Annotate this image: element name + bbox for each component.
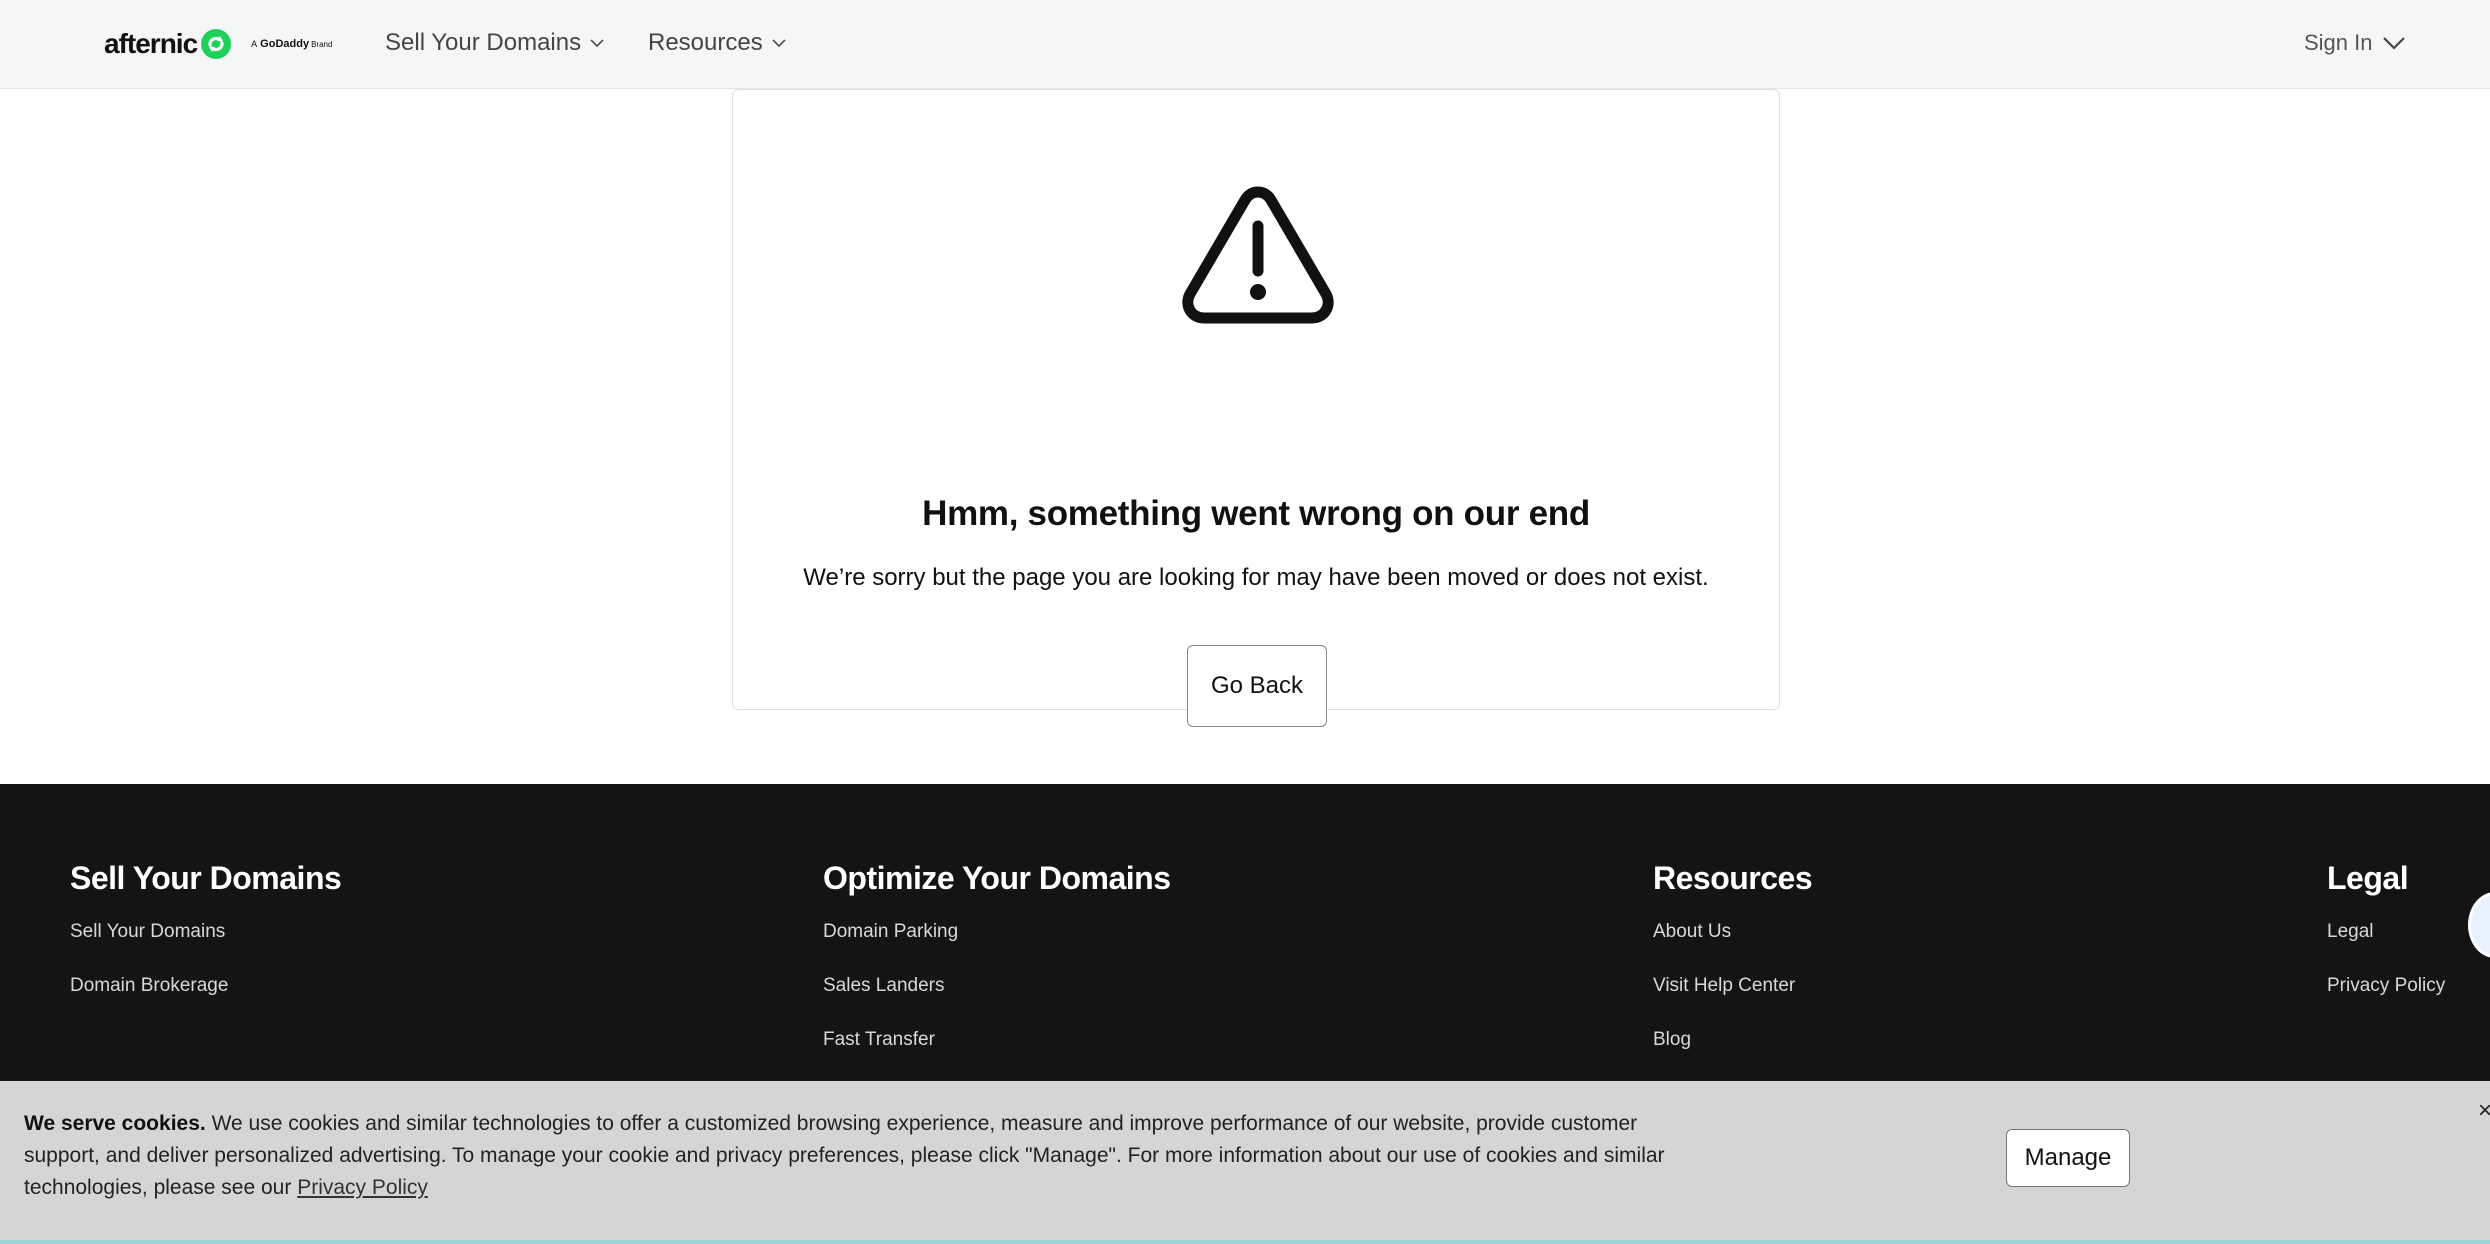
close-icon[interactable]: × — [2478, 1097, 2490, 1125]
chevron-down-icon — [2382, 37, 2405, 50]
godaddy-brand-tag: A GoDaddy Brand — [251, 38, 333, 50]
cookie-lead: We serve cookies. — [24, 1112, 206, 1135]
footer-link-about-us[interactable]: About Us — [1653, 921, 1812, 975]
top-navigation: afternic A GoDaddy Brand Sell Your Domains… — [0, 0, 2490, 89]
manage-cookies-button[interactable]: Manage — [2006, 1129, 2130, 1187]
cookie-privacy-link[interactable]: Privacy Policy — [297, 1176, 428, 1199]
error-card: Hmm, something went wrong on our end We’… — [732, 89, 1780, 727]
cookie-banner: We serve cookies. We use cookies and sim… — [0, 1081, 2490, 1244]
brand-wordmark: afternic — [104, 28, 198, 59]
footer-column-resources: Resources About Us Visit Help Center Blo… — [1653, 860, 1813, 1083]
go-back-button[interactable]: Go Back — [1187, 645, 1327, 727]
footer-link-help-center[interactable]: Visit Help Center — [1653, 975, 1812, 1029]
footer-link-domain-brokerage[interactable]: Domain Brokerage — [70, 975, 341, 1029]
footer-heading: Legal — [2327, 860, 2409, 896]
nav-sell-your-domains[interactable]: Sell Your Domains — [385, 26, 604, 60]
footer-heading: Resources — [1653, 860, 1813, 896]
warning-icon — [1182, 186, 1334, 324]
chevron-down-icon — [590, 39, 604, 48]
footer-column-sell: Sell Your Domains Sell Your Domains Doma… — [70, 860, 342, 1029]
error-title: Hmm, something went wrong on our end — [922, 494, 1590, 533]
footer-column-legal: Legal Legal Privacy Policy — [2327, 860, 2445, 1029]
footer-heading: Optimize Your Domains — [823, 860, 1171, 896]
godaddy-name: GoDaddy — [260, 38, 310, 50]
error-message: We’re sorry but the page you are looking… — [803, 564, 1709, 591]
afternic-logo[interactable]: afternic A GoDaddy Brand — [104, 24, 332, 64]
footer-link-blog[interactable]: Blog — [1653, 1029, 1812, 1083]
footer-link-legal[interactable]: Legal — [2327, 921, 2445, 975]
cookie-body: We use cookies and similar technologies … — [24, 1112, 1665, 1199]
sign-in-menu[interactable]: Sign In — [2304, 26, 2406, 60]
afternic-swirl-icon — [201, 29, 232, 59]
footer-link-privacy-policy[interactable]: Privacy Policy — [2327, 975, 2445, 1029]
footer-link-sales-landers[interactable]: Sales Landers — [823, 975, 1170, 1029]
chevron-down-icon — [772, 39, 786, 48]
sign-in-label: Sign In — [2304, 30, 2373, 55]
nav-resources[interactable]: Resources — [648, 26, 786, 60]
footer-heading: Sell Your Domains — [70, 860, 342, 896]
footer-link-fast-transfer[interactable]: Fast Transfer — [823, 1029, 1170, 1083]
footer-link-sell-your-domains[interactable]: Sell Your Domains — [70, 921, 341, 975]
nav-sell-label: Sell Your Domains — [385, 29, 582, 56]
cookie-text: We serve cookies. We use cookies and sim… — [24, 1108, 1704, 1204]
nav-resources-label: Resources — [648, 29, 763, 56]
footer-column-optimize: Optimize Your Domains Domain Parking Sal… — [823, 860, 1171, 1083]
footer-link-domain-parking[interactable]: Domain Parking — [823, 921, 1170, 975]
